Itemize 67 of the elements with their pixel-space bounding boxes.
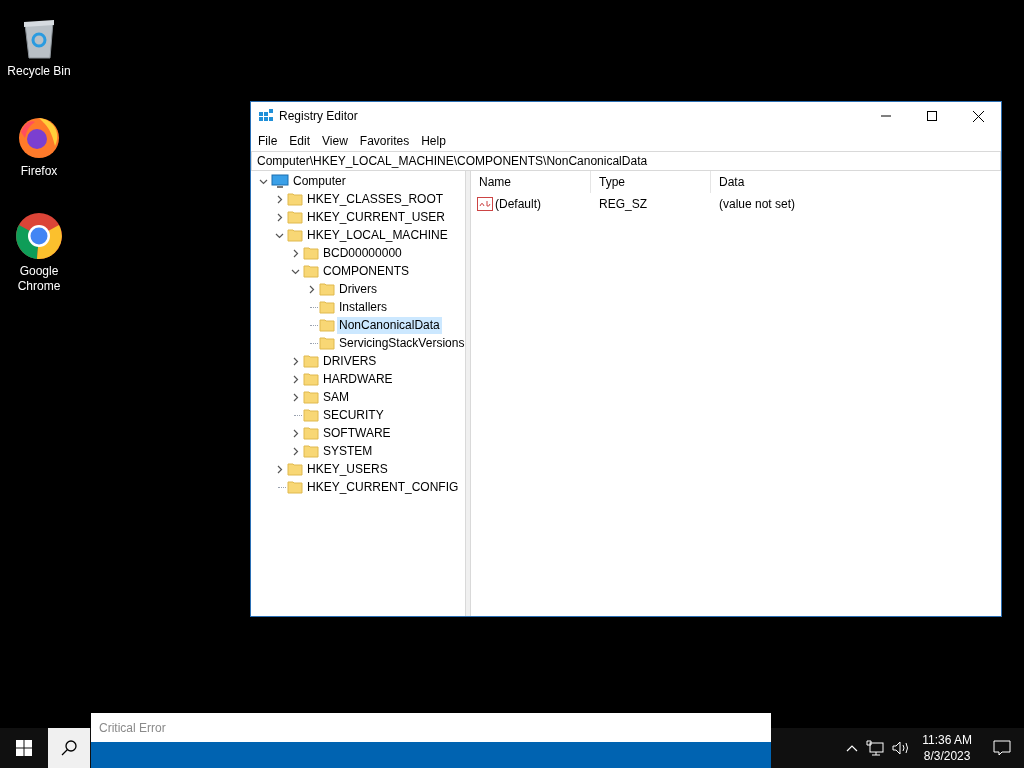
folder-icon — [287, 209, 303, 225]
registry-icon — [258, 108, 274, 124]
close-icon — [972, 110, 984, 122]
desktop-icon-label[interactable]: Firefox — [4, 164, 74, 179]
menu-item[interactable]: Edit — [283, 130, 317, 151]
string-value-icon — [477, 197, 493, 211]
folder-icon — [319, 317, 335, 333]
folder-icon — [287, 461, 303, 477]
folder-icon — [319, 335, 335, 351]
chrome-icon — [15, 212, 63, 260]
tree-item[interactable]: Installers — [337, 298, 390, 316]
address-bar[interactable]: Computer\HKEY_LOCAL_MACHINE\COMPONENTS\NonCanonicalData — [251, 151, 1001, 171]
windows-icon — [16, 740, 32, 756]
folder-icon — [303, 389, 319, 405]
tree-item[interactable]: SECURITY — [321, 406, 386, 424]
menu-item[interactable]: Favorites — [353, 130, 416, 151]
folder-icon — [287, 191, 303, 207]
folder-icon — [319, 299, 335, 315]
menu-item[interactable]: Help — [415, 130, 452, 151]
speaker-icon[interactable] — [892, 740, 911, 756]
folder-icon — [303, 245, 319, 261]
value-type: REG_SZ — [598, 196, 648, 213]
tree-item[interactable]: Computer — [291, 172, 348, 190]
tree-item[interactable]: SYSTEM — [321, 442, 375, 460]
folder-icon — [303, 443, 319, 459]
clock-time[interactable]: 11:36 AM — [922, 732, 972, 748]
chevron-up-icon[interactable] — [846, 744, 859, 752]
tree-item[interactable]: COMPONENTS — [321, 262, 411, 280]
folder-icon — [303, 353, 319, 369]
search-icon — [61, 740, 77, 756]
window-title: Registry Editor — [279, 108, 358, 125]
folder-icon — [287, 227, 303, 243]
desktop-icon-label[interactable]: Google Chrome — [4, 264, 74, 294]
tree-item[interactable]: SOFTWARE — [321, 424, 393, 442]
network-icon[interactable] — [866, 740, 885, 756]
tree-item[interactable]: HARDWARE — [321, 370, 395, 388]
folder-icon — [319, 281, 335, 297]
tree-item[interactable]: BCD00000000 — [321, 244, 404, 262]
column-header[interactable]: Type — [591, 171, 711, 193]
search-button[interactable] — [48, 728, 90, 768]
folder-icon — [303, 371, 319, 387]
tree-item[interactable]: SAM — [321, 388, 351, 406]
tree-item[interactable]: HKEY_CURRENT_CONFIG — [305, 478, 461, 496]
value-name[interactable]: (Default) — [495, 195, 541, 213]
menu-item[interactable]: File — [252, 130, 284, 151]
tree-item[interactable]: HKEY_USERS — [305, 460, 390, 478]
menu-item[interactable]: View — [316, 130, 354, 151]
folder-icon — [287, 479, 303, 495]
folder-icon — [303, 263, 319, 279]
column-header[interactable]: Name — [471, 171, 591, 193]
column-header[interactable]: Data — [711, 171, 1001, 193]
computer-icon — [271, 173, 289, 189]
folder-icon — [303, 425, 319, 441]
tree-item[interactable]: NonCanonicalData — [337, 316, 442, 334]
tree-item[interactable]: HKEY_CURRENT_USER — [305, 208, 448, 226]
search-field[interactable]: Critical Error — [91, 713, 771, 742]
maximize-icon — [927, 111, 937, 121]
tree-item[interactable]: HKEY_LOCAL_MACHINE — [305, 226, 450, 244]
speech-bubble-icon — [993, 740, 1011, 756]
value-data: (value not set) — [718, 196, 796, 213]
desktop-icon-label[interactable]: Recycle Bin — [4, 64, 74, 79]
tree-item[interactable]: ServicingStackVersions — [337, 334, 465, 352]
tree-item[interactable]: DRIVERS — [321, 352, 379, 370]
folder-icon — [303, 407, 319, 423]
tree-item[interactable]: Drivers — [337, 280, 379, 298]
clock-date[interactable]: 8/3/2023 — [923, 748, 971, 764]
tree-item[interactable]: HKEY_CLASSES_ROOT — [305, 190, 446, 208]
